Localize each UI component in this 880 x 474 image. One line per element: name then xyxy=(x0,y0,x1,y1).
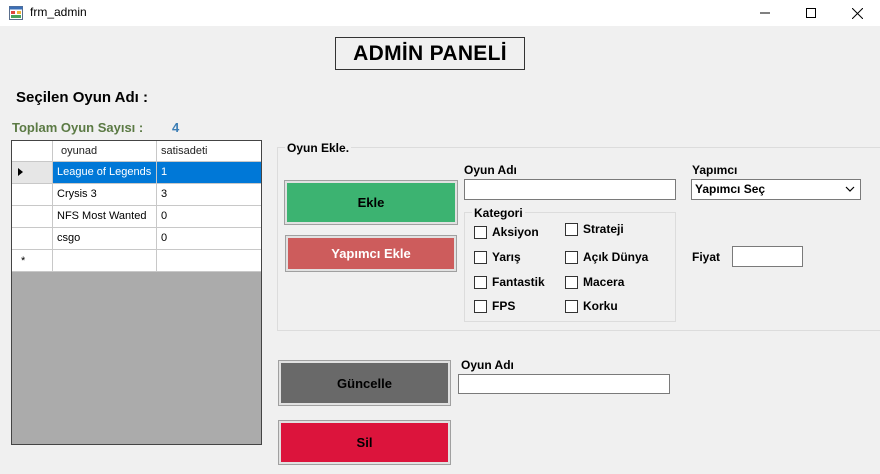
checkbox-label: Fantastik xyxy=(492,275,545,289)
checkbox-strateji[interactable]: Strateji xyxy=(565,222,624,236)
checkbox-label: Aksiyon xyxy=(492,225,539,239)
cell-satisadeti[interactable]: 3 xyxy=(157,184,261,206)
row-pointer-icon xyxy=(18,168,23,176)
guncelle-button[interactable]: Güncelle xyxy=(281,363,448,403)
close-button[interactable] xyxy=(834,0,880,26)
cell-satisadeti[interactable]: 0 xyxy=(157,228,261,250)
fiyat-label: Fiyat xyxy=(692,250,721,264)
total-games-label: Toplam Oyun Sayısı : xyxy=(12,120,144,135)
table-row[interactable]: Crysis 3 3 xyxy=(12,184,261,206)
checkbox-fps[interactable]: FPS xyxy=(474,299,515,313)
cell-oyunad[interactable] xyxy=(53,250,157,272)
window-title: frm_admin xyxy=(30,5,87,19)
checkbox-macera[interactable]: Macera xyxy=(565,275,624,289)
cell-oyunad[interactable]: Crysis 3 xyxy=(53,184,157,206)
row-header[interactable] xyxy=(12,228,53,250)
oyun-adi-label: Oyun Adı xyxy=(464,163,517,177)
total-games-value: 4 xyxy=(172,120,180,135)
games-grid[interactable]: oyunad satisadeti League of Legends 1 Cr… xyxy=(11,140,262,445)
checkbox-label: Korku xyxy=(583,299,618,313)
form-icon xyxy=(9,6,23,20)
cell-oyunad[interactable]: League of Legends xyxy=(53,162,157,184)
yapimci-ekle-button[interactable]: Yapımcı Ekle xyxy=(288,238,454,269)
row-header[interactable]: * xyxy=(12,250,53,272)
column-header-satisadeti[interactable]: satisadeti xyxy=(157,141,261,162)
maximize-icon xyxy=(806,8,816,18)
cell-oyunad[interactable]: csgo xyxy=(53,228,157,250)
chevron-down-icon xyxy=(845,186,855,192)
title-bar: frm_admin xyxy=(0,0,880,26)
checkbox-box[interactable] xyxy=(474,299,487,313)
cell-satisadeti[interactable]: 0 xyxy=(157,206,261,228)
checkbox-box[interactable] xyxy=(474,275,487,289)
checkbox-box[interactable] xyxy=(565,275,578,289)
table-row[interactable]: League of Legends 1 xyxy=(12,162,261,184)
checkbox-label: Strateji xyxy=(583,222,624,236)
checkbox-box[interactable] xyxy=(565,250,578,264)
sil-button[interactable]: Sil xyxy=(281,423,448,462)
yapimci-label: Yapımcı xyxy=(692,163,738,177)
checkbox-box[interactable] xyxy=(474,225,487,239)
checkbox-box[interactable] xyxy=(474,250,487,264)
close-icon xyxy=(851,7,863,19)
cell-satisadeti[interactable] xyxy=(157,250,261,272)
add-game-group-title: Oyun Ekle. xyxy=(285,141,352,155)
new-row[interactable]: * xyxy=(12,250,261,272)
checkbox-label: Açık Dünya xyxy=(583,250,649,264)
page-title: ADMİN PANELİ xyxy=(335,37,525,70)
row-header[interactable] xyxy=(12,162,53,184)
checkbox-label: FPS xyxy=(492,299,516,313)
update-oyun-adi-label: Oyun Adı xyxy=(461,358,514,372)
cell-satisadeti[interactable]: 1 xyxy=(157,162,261,184)
checkbox-yaris[interactable]: Yarış xyxy=(474,250,521,264)
checkbox-box[interactable] xyxy=(565,222,578,236)
kategori-title: Kategori xyxy=(472,206,525,220)
checkbox-label: Yarış xyxy=(492,250,521,264)
row-header[interactable] xyxy=(12,206,53,228)
selected-game-label: Seçilen Oyun Adı : xyxy=(16,89,148,106)
minimize-button[interactable] xyxy=(742,0,788,26)
oyun-adi-input[interactable] xyxy=(464,179,676,200)
checkbox-box[interactable] xyxy=(565,299,578,313)
cell-oyunad[interactable]: NFS Most Wanted xyxy=(53,206,157,228)
checkbox-fantastik[interactable]: Fantastik xyxy=(474,275,545,289)
table-row[interactable]: csgo 0 xyxy=(12,228,261,250)
update-oyun-adi-input[interactable] xyxy=(458,374,670,394)
yapimci-selected-value: Yapımcı Seç xyxy=(695,182,766,196)
fiyat-input[interactable] xyxy=(732,246,803,267)
minimize-icon xyxy=(760,12,770,14)
grid-corner-header[interactable] xyxy=(12,141,53,162)
column-header-oyunad[interactable]: oyunad xyxy=(53,141,157,162)
checkbox-label: Macera xyxy=(583,275,625,289)
new-row-marker: * xyxy=(21,255,26,267)
yapimci-select[interactable]: Yapımcı Seç xyxy=(691,179,861,200)
checkbox-korku[interactable]: Korku xyxy=(565,299,618,313)
table-row[interactable]: NFS Most Wanted 0 xyxy=(12,206,261,228)
maximize-button[interactable] xyxy=(788,0,834,26)
checkbox-acik-dunya[interactable]: Açık Dünya xyxy=(565,250,648,264)
row-header[interactable] xyxy=(12,184,53,206)
ekle-button[interactable]: Ekle xyxy=(287,183,455,222)
checkbox-aksiyon[interactable]: Aksiyon xyxy=(474,225,539,239)
grid-header-row: oyunad satisadeti xyxy=(12,141,261,163)
